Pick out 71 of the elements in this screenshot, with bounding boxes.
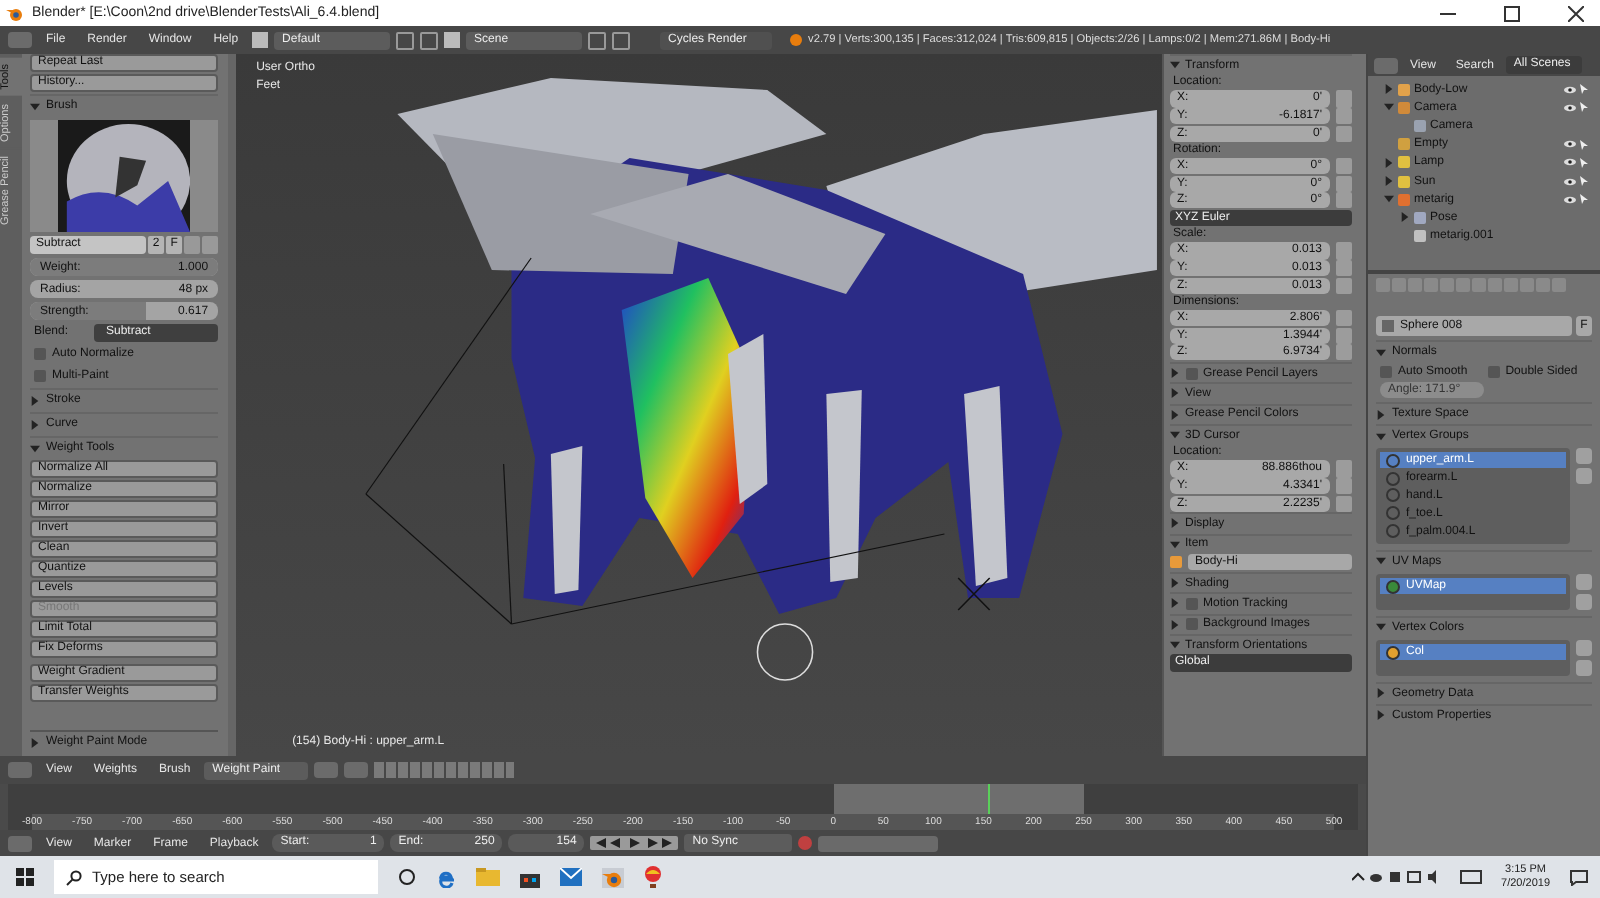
disclosure-triangle-icon[interactable] <box>30 419 40 429</box>
remove-item-button[interactable] <box>1576 659 1592 676</box>
disclosure-triangle-icon[interactable] <box>1169 539 1179 550</box>
record-icon[interactable] <box>798 836 813 850</box>
eye-icon[interactable] <box>1564 158 1576 167</box>
disclosure-triangle-icon[interactable] <box>30 443 40 453</box>
disclosure-triangle-icon[interactable] <box>1169 409 1179 420</box>
disclosure-triangle-icon[interactable] <box>1169 578 1179 589</box>
notification-icon[interactable] <box>1570 869 1588 885</box>
eye-icon[interactable] <box>1564 140 1576 149</box>
disclosure-triangle-icon[interactable] <box>1169 518 1179 529</box>
disclosure-triangle-icon[interactable] <box>30 395 40 405</box>
list-item-icon <box>1386 579 1400 594</box>
windows-logo-icon[interactable] <box>16 868 34 886</box>
disclosure-triangle-icon[interactable] <box>1376 710 1386 721</box>
disclosure-triangle-icon[interactable] <box>1384 176 1394 187</box>
folder-icon[interactable] <box>476 868 500 886</box>
disclosure-triangle-icon[interactable] <box>1169 60 1179 71</box>
disclosure-triangle-icon[interactable] <box>1384 84 1394 95</box>
playback-controls-icon[interactable] <box>590 836 679 850</box>
disclosure-triangle-icon[interactable] <box>1169 368 1179 379</box>
mail-icon[interactable] <box>560 868 582 886</box>
disclosure-triangle-icon[interactable] <box>1376 431 1386 441</box>
hot-air-balloon-icon[interactable] <box>644 866 662 888</box>
task-view-icon[interactable] <box>398 868 416 886</box>
eye-icon[interactable] <box>1564 195 1576 204</box>
pivot-button[interactable] <box>344 762 369 778</box>
add-item-button[interactable] <box>1576 639 1592 656</box>
disclosure-triangle-icon[interactable] <box>1376 556 1386 567</box>
disclosure-triangle-icon[interactable] <box>1400 212 1410 223</box>
keyboard-icon[interactable] <box>1459 870 1482 884</box>
list-item-icon <box>1386 645 1400 660</box>
disclosure-triangle-icon[interactable] <box>1169 430 1179 441</box>
checkbox[interactable] <box>34 348 46 360</box>
checkbox[interactable] <box>1185 618 1197 631</box>
search-icon <box>66 869 82 885</box>
eye-icon[interactable] <box>1564 177 1576 186</box>
checkbox[interactable] <box>1185 367 1197 380</box>
editor-type-button[interactable] <box>1374 57 1398 73</box>
disclosure-triangle-icon[interactable] <box>1169 388 1179 399</box>
brush-preview-drawing[interactable] <box>30 120 219 232</box>
maximize-icon[interactable] <box>1504 5 1520 21</box>
disclosure-triangle-icon[interactable] <box>1376 622 1386 633</box>
checkbox[interactable] <box>1185 597 1197 610</box>
keying-set-field[interactable] <box>818 835 939 851</box>
brush-circle-icon <box>756 623 814 681</box>
eye-icon[interactable] <box>1564 85 1576 94</box>
remove-item-button[interactable] <box>1576 593 1592 610</box>
disclosure-triangle-icon[interactable] <box>1384 194 1394 205</box>
add-item-button[interactable] <box>1576 573 1592 590</box>
disclosure-triangle-icon[interactable] <box>1169 619 1179 630</box>
disclosure-triangle-icon[interactable] <box>1169 598 1179 609</box>
playhead-line[interactable] <box>987 784 990 814</box>
editor-type-button[interactable] <box>8 835 32 851</box>
disclosure-triangle-icon[interactable] <box>1384 102 1394 113</box>
checkbox[interactable] <box>34 370 46 382</box>
disclosure-triangle-icon[interactable] <box>30 101 40 111</box>
layer-grid-icon[interactable] <box>374 762 515 778</box>
checkbox[interactable] <box>1380 366 1392 378</box>
browser-icon[interactable] <box>436 867 456 887</box>
disclosure-triangle-icon[interactable] <box>1376 688 1386 699</box>
disclosure-triangle-icon[interactable] <box>1384 157 1394 168</box>
disclosure-triangle-icon[interactable] <box>1376 347 1386 357</box>
eye-icon[interactable] <box>1564 103 1576 112</box>
3d-cursor-icon <box>957 577 991 611</box>
system-tray-icon[interactable] <box>1351 870 1440 884</box>
disclosure-triangle-icon[interactable] <box>1376 409 1386 419</box>
disclosure-triangle-icon[interactable] <box>1169 640 1179 651</box>
shading-button[interactable] <box>314 762 339 778</box>
disclosure-triangle-icon[interactable] <box>30 737 40 747</box>
checkbox[interactable] <box>1487 366 1500 378</box>
